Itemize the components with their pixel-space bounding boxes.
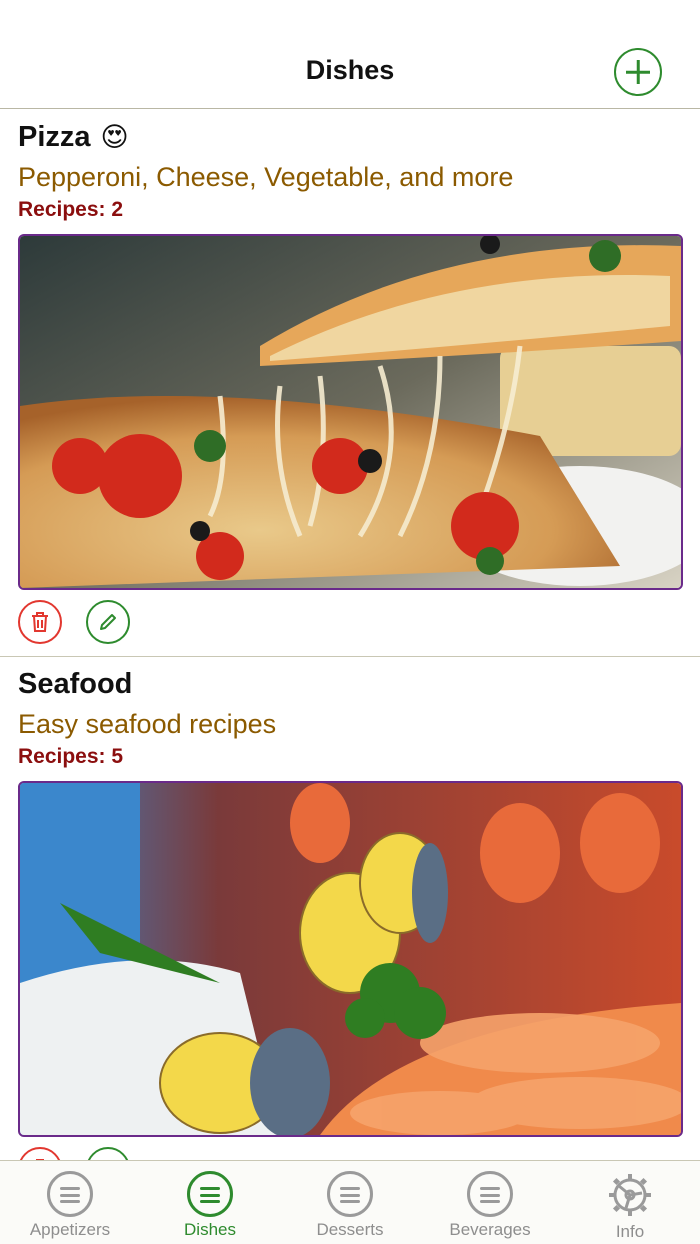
heart-eyes-emoji: 😍 [100, 121, 129, 153]
list-item[interactable]: Seafood Easy seafood recipes Recipes: 5 [0, 657, 700, 1160]
edit-button[interactable] [86, 600, 130, 644]
dish-description: Easy seafood recipes [18, 709, 277, 739]
list-icon [327, 1171, 373, 1217]
seafood-photo[interactable] [18, 781, 683, 1137]
list-icon [47, 1171, 93, 1217]
dish-actions [18, 600, 682, 644]
list-icon [467, 1171, 513, 1217]
dish-title: Seafood [18, 667, 682, 701]
tab-dishes[interactable]: Dishes [140, 1161, 280, 1244]
trash-icon [32, 612, 48, 632]
delete-button[interactable] [18, 1147, 62, 1160]
dish-description: Pepperoni, Cheese, Vegetable, and more [18, 162, 514, 192]
dish-name: Pizza [18, 120, 91, 153]
list-item[interactable]: Pizza 😍 Pepperoni, Cheese, Vegetable, an… [0, 110, 700, 657]
tab-label: Beverages [449, 1220, 531, 1239]
tab-appetizers[interactable]: Appetizers [0, 1161, 140, 1244]
tab-bar: Appetizers Dishes Desserts Beverages Inf… [0, 1160, 700, 1244]
navigation-bar: Dishes [0, 0, 700, 109]
pizza-illustration [20, 236, 681, 588]
tab-label: Info [615, 1222, 645, 1241]
list-icon [187, 1171, 233, 1217]
dish-name: Seafood [18, 667, 133, 700]
tab-label: Appetizers [29, 1220, 111, 1239]
dish-list[interactable]: Pizza 😍 Pepperoni, Cheese, Vegetable, an… [0, 110, 700, 1160]
page-title: Dishes [305, 55, 395, 85]
recipe-count: Recipes: 5 [18, 745, 124, 768]
recipe-count: Recipes: 2 [18, 198, 124, 221]
seafood-illustration [20, 783, 681, 1135]
tab-info[interactable]: Info [560, 1161, 700, 1244]
tab-label: Desserts [316, 1220, 384, 1239]
tab-desserts[interactable]: Desserts [280, 1161, 420, 1244]
gear-icon [609, 1174, 651, 1216]
pencil-icon [100, 614, 116, 630]
edit-button[interactable] [86, 1147, 130, 1160]
pizza-photo[interactable] [18, 234, 683, 590]
add-dish-button[interactable] [614, 48, 662, 96]
tab-beverages[interactable]: Beverages [420, 1161, 560, 1244]
dish-actions [18, 1147, 682, 1160]
tab-label: Dishes [184, 1220, 236, 1239]
delete-button[interactable] [18, 600, 62, 644]
dish-title: Pizza 😍 [18, 120, 682, 154]
